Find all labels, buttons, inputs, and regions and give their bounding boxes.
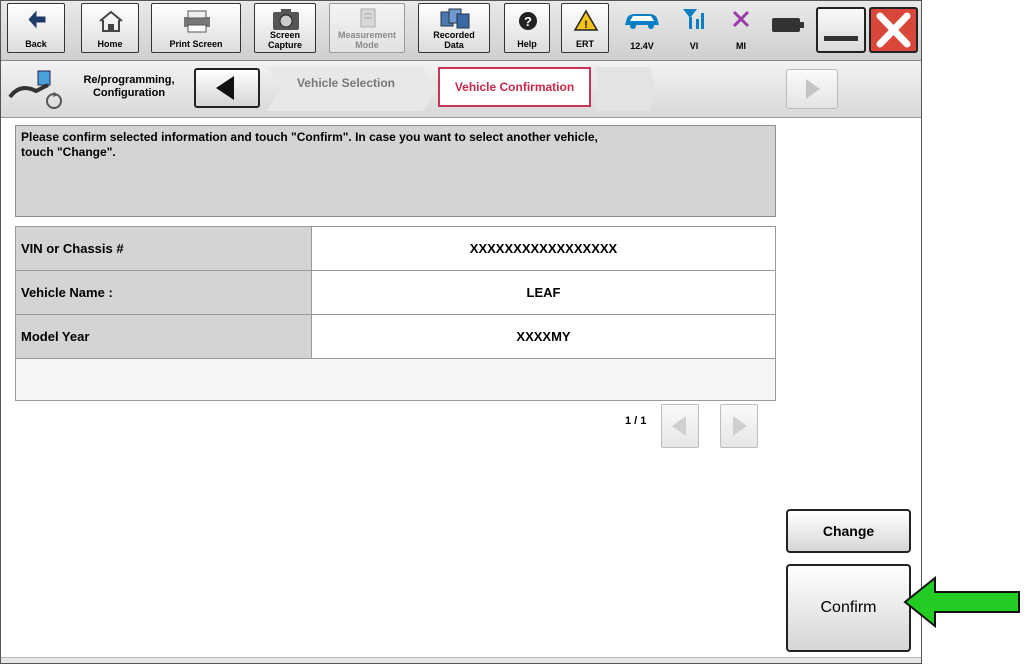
table-row: Vehicle Name : LEAF <box>15 270 776 315</box>
recorded-data-button[interactable]: Recorded Data <box>418 3 490 53</box>
page-prev-button[interactable] <box>661 404 699 448</box>
triangle-left-icon <box>216 76 234 100</box>
measurement-label-2: Mode <box>355 40 379 50</box>
home-button[interactable]: Home <box>81 3 139 53</box>
instruction-line-1: Please confirm selected information and … <box>21 130 598 144</box>
bottom-strip <box>1 657 921 663</box>
row-value-model-year: XXXXMY <box>311 314 776 359</box>
row-label-vehicle-name: Vehicle Name : <box>15 270 312 315</box>
page-indicator: 1 / 1 <box>625 415 647 427</box>
instruction-line-2: touch "Change". <box>21 145 116 159</box>
confirm-button[interactable]: Confirm <box>786 564 911 652</box>
measurement-label-1: Measurement <box>337 30 397 40</box>
empty-cell <box>15 358 776 401</box>
signal-icon <box>683 9 704 29</box>
step-vehicle-confirmation[interactable]: Vehicle Confirmation <box>438 67 591 107</box>
row-value-vin: XXXXXXXXXXXXXXXXX <box>311 226 776 271</box>
help-icon: ? <box>519 12 537 30</box>
battery-icon <box>772 18 804 32</box>
mi-label: MI <box>736 41 746 51</box>
cons3-window: Back Home Print Screen Screen Capture Mea… <box>0 0 922 664</box>
reprogramming-icon <box>8 70 62 109</box>
table-row: VIN or Chassis # XXXXXXXXXXXXXXXXX <box>15 226 776 271</box>
mi-disconnected-icon <box>732 10 750 28</box>
breadcrumb-back-button[interactable] <box>194 68 260 108</box>
callout-arrow-icon <box>903 576 1020 628</box>
triangle-left-icon <box>672 416 686 436</box>
vi-label: VI <box>689 41 699 51</box>
row-label-model-year: Model Year <box>15 314 312 359</box>
mi-status: MI <box>723 7 759 51</box>
breadcrumb: Re/programming, Configuration Vehicle Se… <box>1 61 921 118</box>
home-icon <box>99 10 123 32</box>
print-screen-label: Print Screen <box>169 39 223 49</box>
vi-status: VI <box>676 7 712 51</box>
recorded-data-icon <box>440 8 470 29</box>
print-screen-button[interactable]: Print Screen <box>151 3 241 53</box>
page-next-button[interactable] <box>720 404 758 448</box>
section-label-line-1: Re/programming, <box>83 74 175 86</box>
close-icon <box>876 12 911 48</box>
measurement-mode-button[interactable]: Measurement Mode <box>329 3 405 53</box>
toolbar: Back Home Print Screen Screen Capture Mea… <box>1 1 921 61</box>
car-icon <box>625 14 659 29</box>
table-row-empty <box>15 358 776 401</box>
home-label: Home <box>97 39 123 49</box>
printer-icon <box>184 10 210 33</box>
svg-text:?: ? <box>524 14 532 29</box>
back-arrow-icon <box>28 10 46 29</box>
back-button[interactable]: Back <box>7 3 65 53</box>
step-chevron-empty <box>595 67 655 111</box>
screen-capture-label-1: Screen <box>269 30 301 40</box>
close-button[interactable] <box>869 7 918 53</box>
screen-capture-button[interactable]: Screen Capture <box>254 3 316 53</box>
back-label: Back <box>25 39 47 49</box>
section-label: Re/programming, Configuration <box>79 74 179 100</box>
minimize-icon <box>824 36 858 41</box>
row-value-vehicle-name: LEAF <box>311 270 776 315</box>
triangle-right-icon <box>733 416 747 436</box>
triangle-right-icon <box>806 79 820 99</box>
recorded-data-label-2: Data <box>444 40 464 50</box>
vehicle-info-table: VIN or Chassis # XXXXXXXXXXXXXXXXX Vehic… <box>15 226 776 401</box>
section-label-line-2: Configuration <box>92 87 166 99</box>
change-button[interactable]: Change <box>786 509 911 553</box>
help-label: Help <box>517 39 537 49</box>
warning-icon: ! <box>573 9 599 31</box>
vehicle-battery-status: 12.4V <box>617 7 667 51</box>
recorded-data-label-1: Recorded <box>433 30 475 40</box>
svg-text:!: ! <box>584 19 588 31</box>
screen-capture-label-2: Capture <box>267 40 302 50</box>
instruction-message: Please confirm selected information and … <box>15 125 776 217</box>
ert-label: ERT <box>576 39 594 49</box>
minimize-button[interactable] <box>816 7 866 53</box>
measurement-icon <box>360 8 376 28</box>
breadcrumb-forward-button[interactable] <box>786 69 838 109</box>
camera-icon <box>273 9 299 30</box>
help-button[interactable]: ? Help <box>504 3 550 53</box>
ert-button[interactable]: ! ERT <box>561 3 609 53</box>
step-vehicle-selection[interactable]: Vehicle Selection <box>276 76 416 90</box>
battery-voltage-label: 12.4V <box>630 41 654 51</box>
table-row: Model Year XXXXMY <box>15 314 776 359</box>
row-label-vin: VIN or Chassis # <box>15 226 312 271</box>
